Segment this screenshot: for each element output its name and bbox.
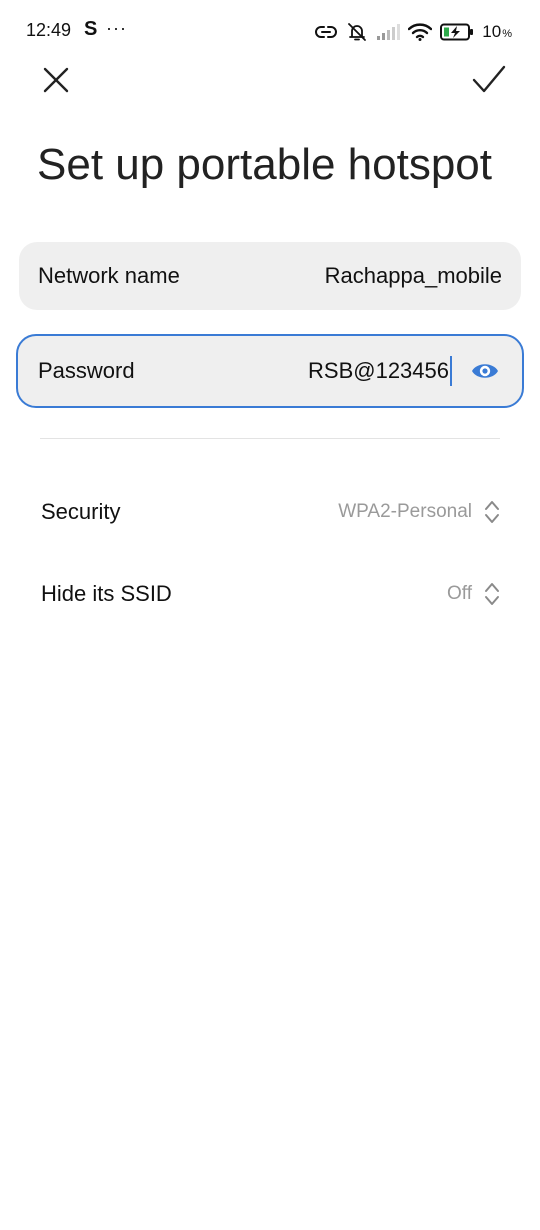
status-bar: 12:49 S ··· 10% xyxy=(0,0,540,64)
close-icon xyxy=(43,67,69,93)
signal-icon xyxy=(377,24,401,40)
password-label: Password xyxy=(38,358,135,383)
confirm-button[interactable] xyxy=(470,62,506,98)
hide-ssid-setting-row[interactable]: Hide its SSID Off xyxy=(0,564,540,624)
security-value: WPA2-Personal xyxy=(338,501,472,522)
text-cursor xyxy=(450,356,452,386)
up-down-chevron-icon xyxy=(485,583,499,605)
battery-unit: % xyxy=(502,28,512,40)
wifi-icon xyxy=(408,23,433,41)
checkmark-icon xyxy=(472,65,506,93)
network-name-value[interactable]: Rachappa_mobile xyxy=(325,263,502,289)
password-field[interactable]: Password RSB@123456 xyxy=(16,334,524,408)
hide-ssid-label: Hide its SSID xyxy=(41,581,172,606)
page-title: Set up portable hotspot xyxy=(37,140,492,189)
link-icon xyxy=(315,26,338,38)
network-name-field[interactable]: Network name Rachappa_mobile xyxy=(19,242,521,310)
password-value-text: RSB@123456 xyxy=(308,358,449,383)
security-setting-row[interactable]: Security WPA2-Personal xyxy=(0,482,540,542)
close-button[interactable] xyxy=(38,62,74,98)
battery-level: 10% xyxy=(482,22,512,41)
silent-icon xyxy=(348,23,367,41)
status-icons: 10% xyxy=(314,20,512,44)
more-notifications-indicator: ··· xyxy=(106,18,127,38)
status-time: 12:49 xyxy=(26,20,72,40)
network-name-label: Network name xyxy=(38,263,180,288)
toggle-password-visibility-button[interactable] xyxy=(470,356,500,386)
eye-icon xyxy=(472,364,498,378)
battery-charging-icon xyxy=(440,23,474,41)
up-down-chevron-icon xyxy=(485,501,499,523)
security-label: Security xyxy=(41,499,121,524)
hide-ssid-value: Off xyxy=(447,583,472,604)
app-indicator: S xyxy=(84,18,98,40)
divider xyxy=(40,438,500,439)
password-input[interactable]: RSB@123456 xyxy=(308,356,452,386)
